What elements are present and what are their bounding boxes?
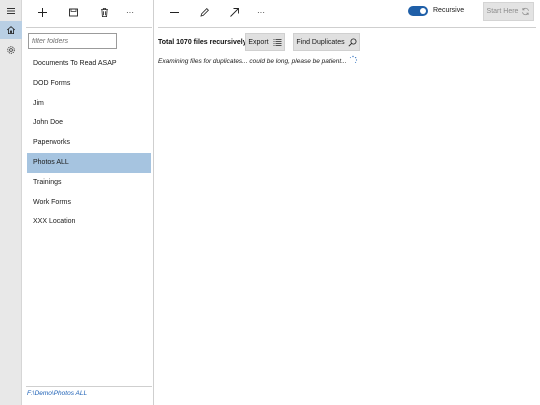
find-duplicates-label: Find Duplicates [296, 38, 345, 46]
home-icon[interactable] [0, 21, 22, 39]
export-button[interactable]: Export [245, 33, 285, 51]
status-text: Examining files for duplicates... could … [158, 58, 347, 65]
pencil-icon [199, 7, 209, 17]
folder-item[interactable]: Photos ALL [27, 152, 151, 173]
export-label: Export [248, 38, 269, 46]
folder-toolbar: ··· [24, 0, 154, 24]
folder-item[interactable]: Work Forms [27, 193, 151, 213]
more-button[interactable]: ··· [251, 3, 271, 21]
divider [158, 27, 536, 28]
plus-icon [37, 7, 47, 17]
main-area: ··· Recursive Start Here Total 1070 file… [156, 0, 540, 405]
gear-icon[interactable] [0, 41, 22, 59]
arrow-up-right-icon [229, 7, 239, 17]
divider [26, 386, 152, 387]
current-path: F:\Demo\Photos ALL [27, 390, 88, 397]
navigation-rail [0, 0, 22, 405]
remove-button[interactable] [164, 3, 184, 21]
edit-button[interactable] [194, 3, 214, 21]
folder-item[interactable]: Paperworks [27, 133, 151, 153]
recursive-toggle[interactable] [408, 6, 428, 16]
delete-button[interactable] [94, 3, 114, 21]
total-files-label: Total 1070 files recursively [158, 39, 247, 46]
open-button[interactable] [224, 3, 244, 21]
main-toolbar: ··· Recursive Start Here [156, 0, 540, 24]
find-duplicates-button[interactable]: Find Duplicates [293, 33, 360, 51]
folder-item[interactable]: Documents To Read ASAP [27, 54, 151, 74]
spinner-icon [349, 55, 358, 63]
folder-pane: ··· Documents To Read ASAPDOD FormsJimJo… [24, 0, 154, 405]
folder-item[interactable]: John Doe [27, 113, 151, 133]
save-button[interactable] [63, 3, 83, 21]
refresh-icon [522, 7, 530, 16]
add-folder-button[interactable] [32, 3, 52, 21]
search-icon [348, 38, 357, 47]
start-here-label: Start Here [486, 8, 519, 15]
minus-icon [169, 11, 179, 13]
list-icon [273, 38, 282, 46]
divider [26, 27, 152, 28]
recursive-label: Recursive [433, 7, 465, 14]
save-icon [68, 8, 78, 16]
folder-item[interactable]: XXX Location [27, 212, 151, 232]
folder-list: Documents To Read ASAP DOD Forms Jim John D… [27, 54, 151, 232]
folder-item[interactable]: Trainings [27, 173, 151, 193]
folder-item[interactable]: Jim [27, 94, 151, 114]
start-here-button[interactable]: Start Here [483, 2, 534, 21]
folder-item[interactable]: DOD Forms [27, 74, 151, 94]
hamburger-icon[interactable] [0, 2, 22, 20]
filter-folders-input[interactable] [28, 33, 117, 49]
more-button[interactable]: ··· [120, 3, 140, 21]
trash-icon [100, 7, 108, 17]
